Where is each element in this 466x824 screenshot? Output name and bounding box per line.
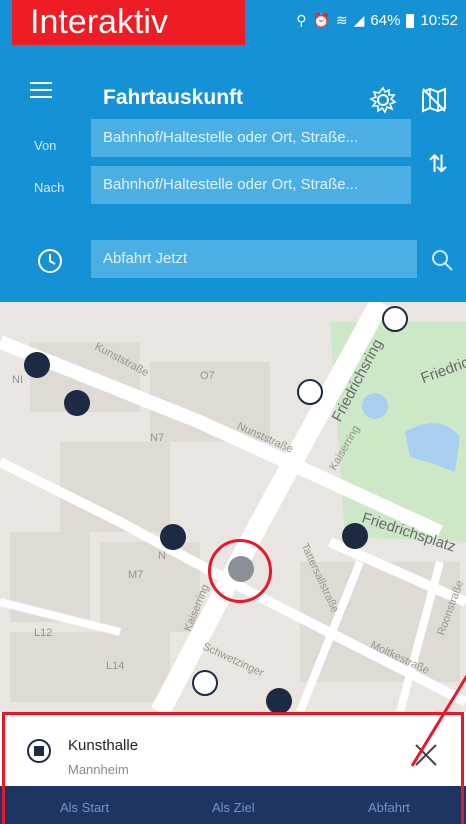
- map-label-o7: O7: [200, 370, 215, 382]
- departure-time-field[interactable]: Abfahrt Jetzt: [91, 240, 417, 278]
- video-pin-icon[interactable]: [24, 352, 50, 378]
- menu-icon[interactable]: [30, 82, 52, 98]
- map-view[interactable]: Kunststraße Nunststraße Friedrichsring K…: [0, 302, 466, 712]
- battery-icon: [406, 13, 415, 28]
- search-icon[interactable]: [430, 248, 454, 272]
- von-label: Von: [34, 138, 57, 153]
- clock-time: 10:52: [420, 12, 458, 29]
- nach-label: Nach: [34, 180, 65, 195]
- annotation-line: [410, 674, 466, 767]
- battery-level: 64%: [370, 12, 401, 29]
- sheet-highlight-frame: [2, 712, 464, 824]
- map-off-icon[interactable]: [420, 86, 448, 114]
- tram-stop-icon[interactable]: [297, 379, 323, 405]
- location-icon: ⚲: [296, 12, 307, 28]
- map-label-n: N: [158, 550, 166, 562]
- interaktiv-badge: Interaktiv: [12, 0, 245, 45]
- nach-input[interactable]: Bahnhof/Haltestelle oder Ort, Straße...: [91, 166, 411, 204]
- gear-icon[interactable]: [369, 86, 397, 114]
- selection-highlight-ring: [208, 539, 272, 603]
- video-pin-icon[interactable]: [64, 390, 90, 416]
- von-input[interactable]: Bahnhof/Haltestelle oder Ort, Straße...: [91, 119, 411, 157]
- map-label-m7: M7: [128, 569, 144, 581]
- map-label-ni: NI: [12, 374, 23, 386]
- clock-icon[interactable]: [36, 247, 64, 275]
- wifi-icon: ≋: [335, 12, 348, 28]
- bike-pin-icon[interactable]: [342, 523, 368, 549]
- map-label-l12: L12: [34, 627, 53, 639]
- map-label-n7: N7: [150, 432, 165, 444]
- signal-icon: ◢: [353, 12, 365, 28]
- swap-icon[interactable]: ⇅: [428, 150, 448, 179]
- map-label-l14: L14: [106, 660, 125, 672]
- alarm-icon: ⏰: [312, 12, 330, 28]
- tram-stop-icon[interactable]: [192, 670, 218, 696]
- status-icons: ⚲ ⏰ ≋ ◢ 64% 10:52: [296, 12, 458, 29]
- tram-stop-icon[interactable]: [382, 306, 408, 332]
- info-pin-icon[interactable]: [160, 524, 186, 550]
- video-pin-icon[interactable]: [266, 688, 292, 712]
- page-title: Fahrtauskunft: [103, 86, 244, 109]
